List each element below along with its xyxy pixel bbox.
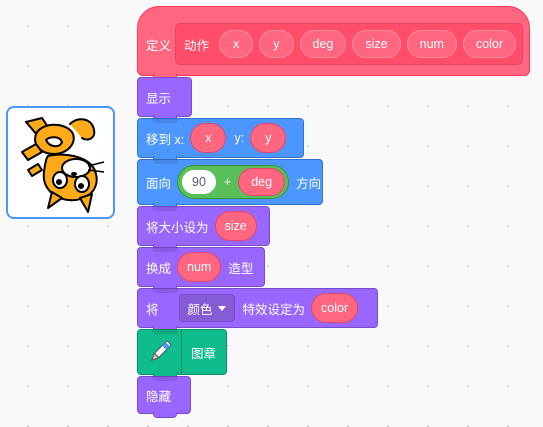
point-label: 面向 [146,176,172,191]
param-deg[interactable]: deg [299,30,347,58]
define-block[interactable]: 定义 动作 x y deg size num color [137,6,530,80]
pen-extension-icon [138,330,182,374]
direction-deg-arg[interactable]: deg [238,168,286,196]
param-size[interactable]: size [352,30,401,58]
custom-block-name: 动作 [184,38,210,53]
costume-num-arg[interactable]: num [177,252,222,282]
show-block[interactable]: 显示 [137,77,192,121]
set-size-label: 将大小设为 [146,220,209,235]
direction-number-input[interactable]: 90 [181,169,217,195]
block-notch [152,247,178,252]
define-keyword: 定义 [146,38,172,53]
param-x[interactable]: x [219,30,254,58]
pen-icon [149,340,171,362]
block-notch [152,376,178,381]
block-notch [152,206,178,211]
set-effect-middle-label: 特效设定为 [242,302,306,317]
param-y[interactable]: y [259,30,294,58]
point-in-direction-block[interactable]: 面向 90 + deg 方向 [137,159,323,209]
set-size-block[interactable]: 将大小设为 size [137,206,270,250]
effect-color-arg[interactable]: color [311,293,359,323]
effect-dropdown-value: 颜色 [187,302,213,317]
show-label: 显示 [146,91,172,106]
goto-x-label: 移到 x: [146,132,185,147]
goto-xy-block[interactable]: 移到 x: x y: y [137,118,304,162]
block-notch [152,288,178,293]
sprite-thumbnail[interactable] [6,106,115,219]
plus-operator-label: + [223,175,232,189]
goto-x-arg[interactable]: x [190,123,227,153]
block-notch [152,159,178,164]
cat-sprite-icon [21,117,105,213]
param-color[interactable]: color [462,30,517,58]
stamp-label: 图章 [191,346,217,361]
costume-suffix: 造型 [228,261,254,276]
custom-block-prototype[interactable]: 动作 x y deg size num color [175,23,524,65]
set-size-arg[interactable]: size [214,211,257,241]
stamp-block[interactable]: 图章 [137,329,227,379]
set-effect-label: 将 [146,302,159,317]
param-num[interactable]: num [406,30,457,58]
set-effect-block[interactable]: 将 颜色 特效设定为 color [137,288,378,332]
hide-block[interactable]: 隐藏 [137,376,191,418]
hide-label: 隐藏 [146,389,172,404]
block-tab [153,412,177,418]
effect-dropdown[interactable]: 颜色 [178,294,235,322]
goto-y-label: y: [234,131,245,145]
switch-costume-block[interactable]: 换成 num 造型 [137,247,265,291]
block-notch [152,329,178,334]
add-operator[interactable]: 90 + deg [177,165,290,199]
block-notch [152,118,178,123]
dropdown-caret-icon [217,305,226,311]
direction-suffix: 方向 [296,176,322,191]
switch-costume-label: 换成 [146,261,172,276]
goto-y-arg[interactable]: y [250,123,287,153]
